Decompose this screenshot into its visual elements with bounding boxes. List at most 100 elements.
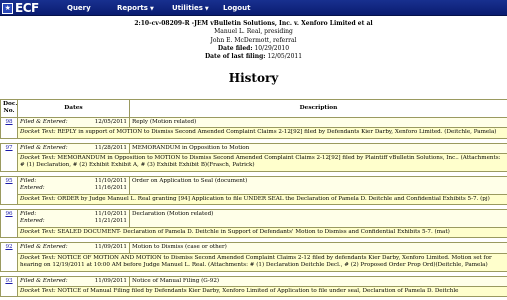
docket-text-row: Docket Text: SEALED DOCUMENT- Declaratio… [1, 226, 507, 239]
docket-text-row: Docket Text: NOTICE of Manual Filing fil… [1, 285, 507, 298]
last-filing-label: Date of last filing: [204, 53, 266, 61]
nav-logout-label: Logout [223, 4, 251, 12]
docket-text-label: Docket Text: [20, 195, 56, 202]
caret-down-icon: ▼ [204, 6, 209, 12]
description-cell: Motion to Dismiss (case or other) [129, 242, 507, 254]
entered-label: Entered: [20, 218, 45, 225]
referral-judge: John E. McDermott, referral [210, 36, 297, 44]
filed-label: Filed: [20, 211, 37, 218]
docket-text-row: Docket Text: NOTICE OF MOTION AND MOTION… [1, 252, 507, 272]
doc-number-link[interactable]: 98 [5, 119, 12, 125]
doc-number-link[interactable]: 92 [5, 244, 12, 250]
docket-text-cell: Docket Text: MEMORANDUM in Opposition to… [17, 153, 507, 172]
case-header: 2:10-cv-08209-R -JEM vBulletin Solutions… [0, 20, 507, 61]
filed-date: 11/09/2011 [94, 277, 127, 284]
description-cell: Reply (Motion related) [129, 116, 507, 129]
ecf-logo[interactable]: ★ ECF [2, 1, 39, 15]
filed-date: 11/28/2011 [94, 144, 127, 151]
doc-no-cell: 93 [0, 275, 18, 298]
doc-number-link[interactable]: 95 [5, 178, 12, 184]
filed-entered-label: Filed & Entered: [20, 118, 68, 125]
table-row: 92 Filed & Entered: 11/09/2011 Motion to Di… [0, 242, 507, 272]
nav-query-label: Query [67, 4, 91, 12]
entered-label: Entered: [20, 185, 45, 192]
history-body: 98 Filed & Entered: 12/05/2011 Reply (Motio… [0, 116, 507, 298]
history-table-wrap: Doc. No. Dates Description 98 Filed & Ent… [0, 99, 507, 298]
docket-text: MEMORANDUM in Opposition to MOTION to Di… [20, 155, 501, 169]
filed-date: 12/05/2011 [94, 118, 127, 125]
entered-date: 11/16/2011 [94, 185, 127, 192]
top-nav-bar: ★ ECF Query Reports ▼ Utilities ▼ Logout [0, 0, 507, 16]
entered-date: 11/21/2011 [94, 218, 127, 225]
docket-text-label: Docket Text: [20, 287, 56, 294]
filed-label: Filed: [20, 177, 37, 184]
case-title: 2:10-cv-08209-R -JEM vBulletin Solutions… [134, 20, 373, 27]
docket-text-cell: Docket Text: SEALED DOCUMENT- Declaratio… [17, 226, 507, 239]
date-last-filing: Date of last filing: 12/05/2011 [0, 53, 507, 61]
caret-down-icon: ▼ [149, 6, 154, 12]
table-row: 93 Filed & Entered: 11/09/2011 Notice of Ma… [0, 275, 507, 298]
col-doc-no: Doc. No. [0, 99, 18, 118]
description-cell: Declaration (Motion related) [129, 209, 507, 228]
docket-text: NOTICE of Manual Filing filed by Defenda… [57, 287, 459, 294]
docket-text: ORDER by Judge Manuel L. Real granting [… [57, 195, 490, 202]
dates-cell: Filed & Entered: 12/05/2011 [17, 116, 130, 129]
table-row: 98 Filed & Entered: 12/05/2011 Reply (Motio… [0, 116, 507, 139]
docket-text-cell: Docket Text: NOTICE of Manual Filing fil… [17, 285, 507, 298]
doc-number-link[interactable]: 96 [5, 211, 12, 217]
table-header-row: Doc. No. Dates Description [0, 99, 507, 118]
history-title: History [228, 71, 279, 86]
description-cell: MEMORANDUM in Opposition to Motion [129, 142, 507, 155]
date-filed-value: 10/29/2010 [254, 44, 290, 52]
docket-text-cell: Docket Text: NOTICE OF MOTION AND MOTION… [17, 252, 507, 272]
dates-cell: Filed & Entered: 11/09/2011 [17, 275, 130, 287]
nav-utilities[interactable]: Utilities ▼ [172, 2, 209, 15]
date-filed: Date filed: 10/29/2010 [0, 45, 507, 53]
doc-no-cell: 95 [0, 175, 18, 206]
table-row: 95 Filed: 11/10/2011 Entered: 11/16/2011 Orde… [0, 175, 507, 206]
last-filing-value: 12/05/2011 [267, 53, 303, 61]
nav-reports[interactable]: Reports ▼ [117, 2, 154, 15]
filed-entered-label: Filed & Entered: [20, 244, 68, 251]
table-row: 97 Filed & Entered: 11/28/2011 MEMORANDUM i… [0, 142, 507, 172]
docket-text-cell: Docket Text: REPLY in support of MOTION … [17, 127, 507, 139]
dates-cell: Filed & Entered: 11/09/2011 [17, 242, 130, 254]
docket-text-row: Docket Text: REPLY in support of MOTION … [1, 127, 507, 139]
doc-no-cell: 96 [0, 209, 18, 239]
docket-text-cell: Docket Text: ORDER by Judge Manuel L. Re… [17, 193, 507, 206]
filed-entered-label: Filed & Entered: [20, 144, 68, 151]
docket-text-row: Docket Text: MEMORANDUM in Opposition to… [1, 153, 507, 172]
date-filed-label: Date filed: [217, 44, 253, 52]
description-cell: Notice of Manual Filing (G-92) [129, 275, 507, 287]
dates-cell: Filed: 11/10/2011 Entered: 11/21/2011 [17, 209, 130, 228]
nav-query[interactable]: Query [67, 2, 91, 14]
doc-number-link[interactable]: 93 [5, 278, 12, 284]
nav-logout[interactable]: Logout [223, 2, 250, 14]
docket-text-label: Docket Text: [20, 228, 56, 235]
history-table: Doc. No. Dates Description 98 Filed & Ent… [0, 99, 507, 298]
doc-number-link[interactable]: 97 [5, 145, 12, 151]
col-description: Description [129, 99, 507, 118]
docket-text-row: Docket Text: ORDER by Judge Manuel L. Re… [1, 193, 507, 206]
filed-date: 11/10/2011 [94, 211, 127, 218]
nav-reports-label: Reports [117, 4, 148, 12]
table-row: 96 Filed: 11/10/2011 Entered: 11/21/2011 Decl… [0, 209, 507, 239]
seal-icon: ★ [2, 2, 13, 14]
docket-text-label: Docket Text: [20, 129, 56, 136]
filed-date: 11/10/2011 [94, 177, 127, 184]
doc-no-cell: 98 [0, 116, 18, 139]
description-cell: Order on Application to Seal (document) [129, 175, 507, 195]
dates-cell: Filed & Entered: 11/28/2011 [17, 142, 130, 155]
col-dates: Dates [17, 99, 130, 118]
docket-text-label: Docket Text: [20, 254, 56, 261]
filed-date: 11/09/2011 [94, 244, 127, 251]
logo-text: ECF [15, 1, 39, 15]
docket-text: SEALED DOCUMENT- Declaration of Pamela D… [57, 228, 450, 235]
dates-cell: Filed: 11/10/2011 Entered: 11/16/2011 [17, 175, 130, 195]
nav-utilities-label: Utilities [172, 4, 203, 12]
doc-no-cell: 97 [0, 142, 18, 172]
filed-entered-label: Filed & Entered: [20, 277, 68, 284]
presiding-judge: Manuel L. Real, presiding [214, 28, 293, 36]
docket-text: NOTICE OF MOTION AND MOTION to Dismiss S… [20, 254, 492, 269]
docket-text-label: Docket Text: [20, 155, 56, 162]
